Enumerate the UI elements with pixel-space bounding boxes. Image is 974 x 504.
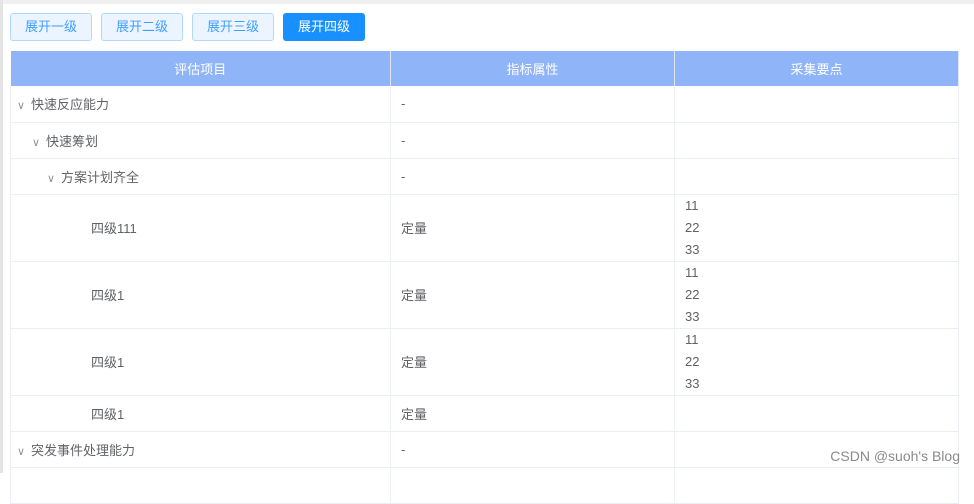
item-cell: 四级1: [10, 261, 391, 329]
table-row[interactable]: ∨ 快速反应能力 -: [10, 86, 959, 123]
item-label: 四级1: [91, 288, 125, 303]
item-label: 四级1: [91, 355, 125, 370]
point-item: 33: [685, 308, 700, 324]
points-cell: [674, 122, 959, 159]
toolbar: 展开一级 展开二级 展开三级 展开四级: [10, 13, 366, 41]
points-cell: [674, 86, 959, 123]
point-item: 33: [685, 375, 700, 391]
item-cell: ∨ 突发事件处理能力: [10, 431, 391, 468]
item-label: 突发事件处理能力: [31, 442, 136, 458]
points-cell: 11 22 33: [674, 261, 959, 329]
item-cell: ∨ 方案计划齐全: [10, 158, 391, 195]
item-cell: ∨ 快速反应能力: [10, 86, 391, 123]
expand-chevron-icon[interactable]: ∨: [17, 445, 31, 458]
attr-cell: 定量: [390, 328, 675, 396]
table-row[interactable]: 四级1 定量 11 22 33: [10, 328, 959, 396]
table-row[interactable]: ∨ 快速筹划 -: [10, 122, 959, 159]
item-label: 快速反应能力: [31, 97, 110, 113]
item-label: 快速筹划: [46, 133, 99, 149]
point-item: 33: [685, 241, 700, 257]
points-cell: [674, 395, 959, 432]
column-header-item[interactable]: 评估项目: [10, 51, 391, 86]
table-row[interactable]: 四级111 定量 11 22 33: [10, 194, 959, 262]
column-header-attr[interactable]: 指标属性: [390, 51, 675, 86]
table-row[interactable]: ∨ 突发事件处理能力 -: [10, 431, 959, 468]
attr-cell: [390, 467, 675, 504]
attr-cell: -: [390, 122, 675, 159]
item-cell: 四级1: [10, 395, 391, 432]
point-item: 11: [685, 264, 699, 280]
expand-chevron-icon[interactable]: ∨: [32, 136, 46, 149]
point-item: 22: [685, 353, 700, 369]
attr-cell: -: [390, 158, 675, 195]
table-row[interactable]: 四级1 定量: [10, 395, 959, 432]
item-cell: ∨ 快速筹划: [10, 122, 391, 159]
table-row[interactable]: 四级1 定量 11 22 33: [10, 261, 959, 329]
left-bar: [0, 0, 3, 473]
expand-level-2-button[interactable]: 展开二级: [101, 13, 184, 41]
watermark: CSDN @suoh's Blog: [830, 448, 960, 464]
item-label: 四级111: [91, 221, 137, 236]
table-row[interactable]: ∨ 方案计划齐全 -: [10, 158, 959, 195]
table-row[interactable]: [10, 467, 959, 504]
point-item: 22: [685, 219, 700, 235]
point-item: 11: [685, 197, 699, 213]
item-label: 四级1: [91, 406, 125, 422]
item-cell: 四级1: [10, 328, 391, 396]
attr-cell: 定量: [390, 194, 675, 262]
points-cell: 11 22 33: [674, 328, 959, 396]
points-cell: [674, 467, 959, 504]
points-cell: 11 22 33: [674, 194, 959, 262]
expand-chevron-icon[interactable]: ∨: [17, 99, 31, 112]
attr-cell: -: [390, 431, 675, 468]
expand-chevron-icon[interactable]: ∨: [47, 172, 61, 185]
points-cell: [674, 158, 959, 195]
attr-cell: 定量: [390, 261, 675, 329]
attr-cell: 定量: [390, 395, 675, 432]
expand-level-4-button[interactable]: 展开四级: [283, 13, 366, 41]
item-label: 方案计划齐全: [61, 169, 140, 185]
item-cell: 四级111: [10, 194, 391, 262]
expand-level-1-button[interactable]: 展开一级: [10, 13, 93, 41]
attr-cell: -: [390, 86, 675, 123]
expand-level-3-button[interactable]: 展开三级: [192, 13, 275, 41]
column-header-points[interactable]: 采集要点: [674, 51, 959, 86]
point-item: 11: [685, 331, 699, 347]
top-bar: [0, 0, 974, 4]
point-item: 22: [685, 286, 700, 302]
item-cell: [10, 467, 391, 504]
tree-table: 评估项目 指标属性 采集要点 ∨ 快速反应能力 - ∨ 快速筹划 - ∨ 方案计划齐全 - 四级1…: [10, 51, 959, 504]
